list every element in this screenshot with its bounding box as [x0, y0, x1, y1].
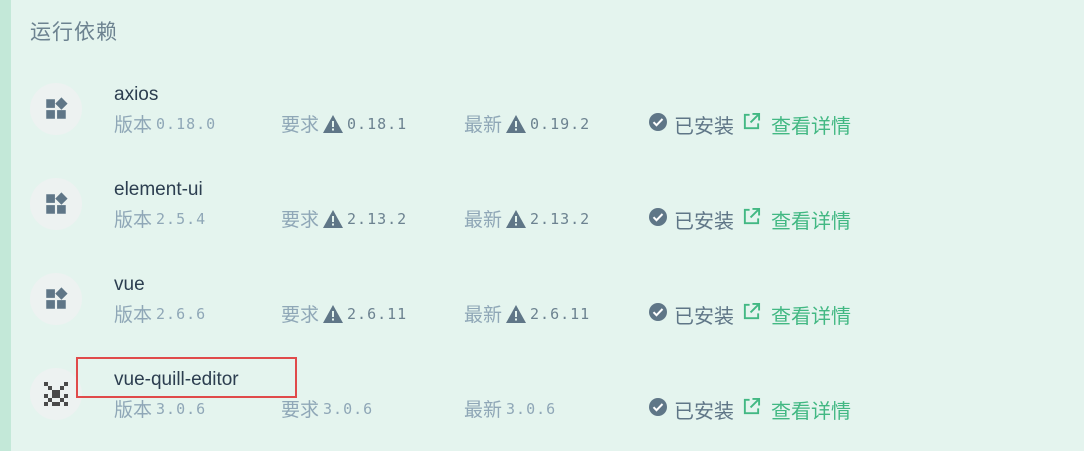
version-value: 2.6.6 [156, 304, 207, 323]
dependency-row-element-ui: element-ui 版本 2.5.4 要求 2.13.2 最新 2.13.2 … [30, 178, 1080, 258]
installed-label: 已安装 [674, 211, 734, 233]
check-circle-icon [648, 302, 668, 328]
required-info: 要求 2.6.11 [281, 300, 407, 327]
required-label: 要求 [281, 115, 320, 136]
required-value: 0.18.1 [347, 114, 408, 133]
latest-value: 2.6.11 [530, 304, 591, 323]
widgets-icon [30, 273, 82, 325]
required-info: 要求 0.18.1 [281, 110, 407, 137]
external-link-icon [742, 397, 761, 422]
view-details-link[interactable]: 查看详情 [742, 395, 851, 424]
external-link-icon [742, 302, 761, 327]
version-value: 3.0.6 [156, 399, 207, 418]
section-title: 运行依赖 [30, 21, 118, 44]
required-info: 要求 2.13.2 [281, 205, 407, 232]
external-link-icon [742, 112, 761, 137]
view-details-link[interactable]: 查看详情 [742, 300, 851, 329]
required-label: 要求 [281, 305, 320, 326]
latest-label: 最新 [464, 210, 503, 231]
external-link-icon [742, 207, 761, 232]
installed-status: 已安装 [648, 300, 734, 329]
view-details-label: 查看详情 [771, 116, 851, 138]
required-info: 要求 3.0.6 [281, 395, 373, 422]
view-details-link[interactable]: 查看详情 [742, 110, 851, 139]
version-info: 版本 3.0.6 [114, 395, 206, 422]
version-value: 2.5.4 [156, 209, 207, 228]
warning-icon [323, 114, 344, 133]
dependency-name: axios [114, 84, 159, 105]
warning-icon [323, 304, 344, 323]
widgets-icon [30, 178, 82, 230]
installed-label: 已安装 [674, 401, 734, 423]
latest-value: 3.0.6 [506, 399, 557, 418]
latest-value: 0.19.2 [530, 114, 591, 133]
dependencies-panel: 运行依赖 axios 版本 0.18.0 要求 0.18.1 最新 0.19.2… [0, 0, 1084, 451]
latest-info: 最新 0.19.2 [464, 110, 590, 137]
latest-info: 最新 3.0.6 [464, 395, 556, 422]
widgets-icon [30, 83, 82, 135]
latest-info: 最新 2.6.11 [464, 300, 590, 327]
version-label: 版本 [114, 400, 153, 421]
version-info: 版本 2.6.6 [114, 300, 206, 327]
required-value: 2.6.11 [347, 304, 408, 323]
latest-label: 最新 [464, 400, 503, 421]
version-info: 版本 2.5.4 [114, 205, 206, 232]
version-info: 版本 0.18.0 [114, 110, 216, 137]
warning-icon [506, 114, 527, 133]
warning-icon [323, 209, 344, 228]
installed-label: 已安装 [674, 306, 734, 328]
version-value: 0.18.0 [156, 114, 217, 133]
installed-status: 已安装 [648, 110, 734, 139]
installed-status: 已安装 [648, 395, 734, 424]
dependency-row-vue: vue 版本 2.6.6 要求 2.6.11 最新 2.6.11 已安装 查看详… [30, 273, 1080, 353]
view-details-label: 查看详情 [771, 401, 851, 423]
view-details-link[interactable]: 查看详情 [742, 205, 851, 234]
required-value: 2.13.2 [347, 209, 408, 228]
version-label: 版本 [114, 210, 153, 231]
required-label: 要求 [281, 210, 320, 231]
check-circle-icon [648, 207, 668, 233]
required-label: 要求 [281, 400, 320, 421]
version-label: 版本 [114, 115, 153, 136]
warning-icon [506, 304, 527, 323]
view-details-label: 查看详情 [771, 211, 851, 233]
dependency-row-axios: axios 版本 0.18.0 要求 0.18.1 最新 0.19.2 已安装 … [30, 83, 1080, 163]
check-circle-icon [648, 397, 668, 423]
required-value: 3.0.6 [323, 399, 374, 418]
check-circle-icon [648, 112, 668, 138]
installed-label: 已安装 [674, 116, 734, 138]
latest-label: 最新 [464, 305, 503, 326]
highlight-box [76, 357, 297, 398]
latest-info: 最新 2.13.2 [464, 205, 590, 232]
pixel-logo-icon [30, 368, 82, 420]
version-label: 版本 [114, 305, 153, 326]
view-details-label: 查看详情 [771, 306, 851, 328]
latest-label: 最新 [464, 115, 503, 136]
warning-icon [506, 209, 527, 228]
latest-value: 2.13.2 [530, 209, 591, 228]
dependency-name: element-ui [114, 179, 203, 200]
installed-status: 已安装 [648, 205, 734, 234]
dependency-name: vue [114, 274, 145, 295]
